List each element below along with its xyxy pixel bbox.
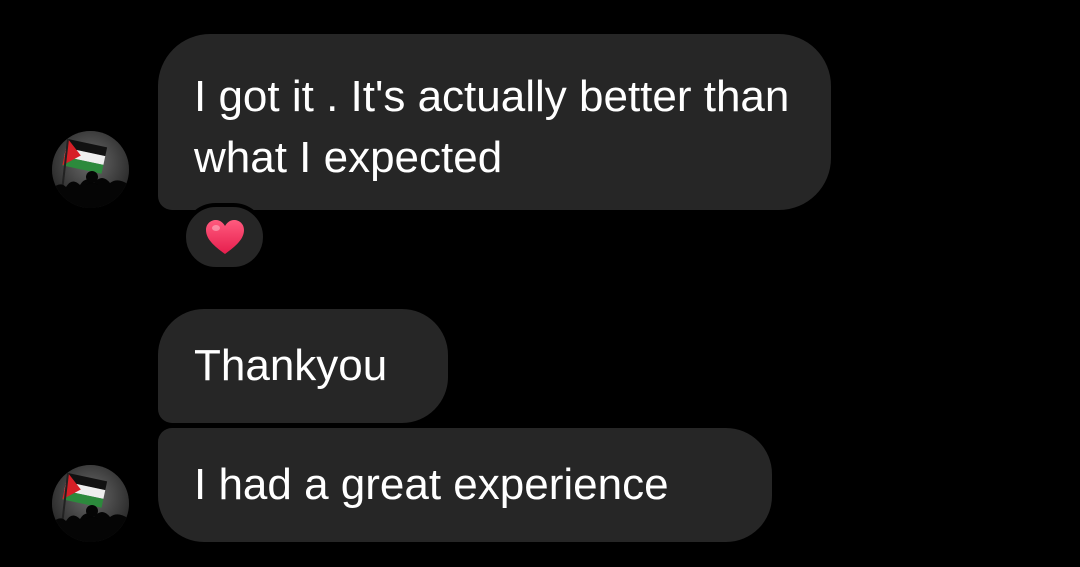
avatar-image <box>52 465 129 542</box>
message-text: I got it . It's actually better than wha… <box>194 72 790 182</box>
message-bubble[interactable]: Thankyou <box>158 309 448 423</box>
message-text: Thankyou <box>194 341 388 390</box>
reaction-badge[interactable] <box>182 203 267 271</box>
avatar[interactable] <box>52 465 129 542</box>
message-text: I had a great experience <box>194 460 669 509</box>
avatar-image <box>52 131 129 208</box>
avatar[interactable] <box>52 131 129 208</box>
message-bubble[interactable]: I had a great experience <box>158 428 772 542</box>
heart-icon <box>205 220 244 254</box>
message-bubble[interactable]: I got it . It's actually better than wha… <box>158 34 831 210</box>
